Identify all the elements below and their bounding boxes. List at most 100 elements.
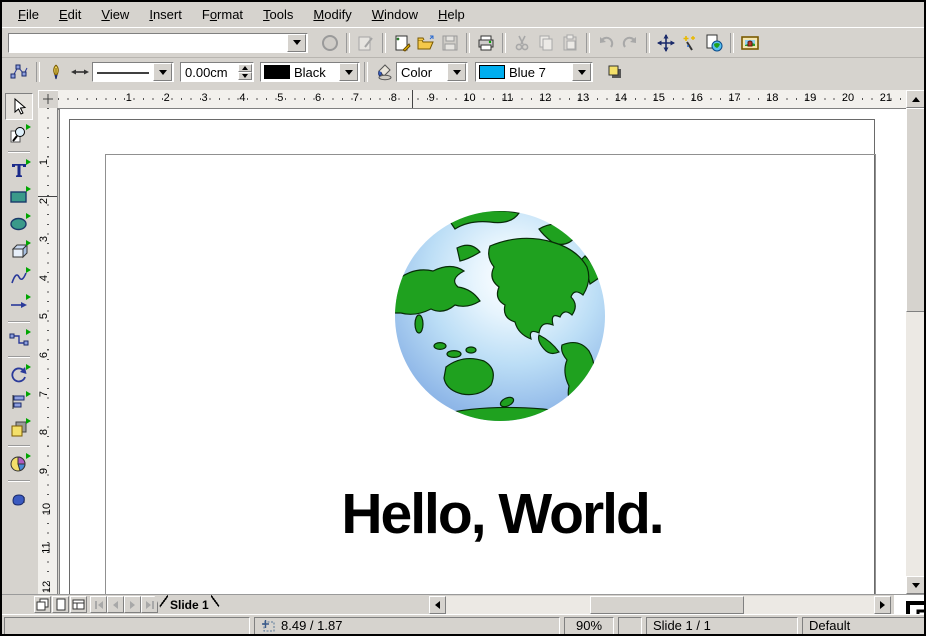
slide-tab-label[interactable]: Slide 1 [170, 598, 209, 612]
edit-file-icon[interactable] [355, 32, 377, 54]
fill-color-swatch [479, 65, 505, 79]
hruler-number: 5 [277, 92, 283, 104]
hruler-cursor-mark [412, 90, 413, 108]
zoom-level-value: 90% [576, 618, 602, 633]
pen-icon[interactable] [45, 61, 67, 83]
line-style-value [93, 65, 153, 80]
hruler-number: 11 [502, 92, 513, 104]
hscroll-right-button[interactable] [874, 596, 891, 614]
fill-color-combo[interactable]: Blue 7 [475, 62, 593, 82]
master-view-button[interactable] [52, 596, 69, 613]
page-view-button[interactable] [34, 596, 51, 613]
select-tool-button[interactable] [5, 93, 33, 120]
fill-color-dropdown[interactable] [572, 63, 591, 81]
connector-tool-button[interactable] [6, 327, 32, 352]
horizontal-scrollbar[interactable] [446, 596, 874, 614]
curve-tool-button[interactable] [6, 265, 32, 290]
vertical-ruler[interactable]: 123456789101112 [38, 108, 58, 594]
next-slide-button[interactable] [124, 596, 141, 613]
drawing-canvas[interactable]: Hello, World. [59, 109, 906, 594]
hscroll-left-button[interactable] [429, 596, 446, 614]
shadow-icon[interactable] [604, 61, 626, 83]
scroll-up-button[interactable] [906, 90, 926, 108]
paste-icon[interactable] [559, 32, 581, 54]
rotate-tool-button[interactable] [6, 362, 32, 387]
menu-insert[interactable]: Insert [139, 4, 192, 25]
scroll-down-button[interactable] [906, 576, 926, 594]
status-layout-field[interactable]: Default [802, 617, 926, 635]
arrange-tool-button[interactable] [6, 416, 32, 441]
redo-icon[interactable] [619, 32, 641, 54]
3d-objects-tool-button[interactable] [6, 238, 32, 263]
menu-window[interactable]: Window [362, 4, 428, 25]
previous-slide-button[interactable] [107, 596, 124, 613]
last-slide-button[interactable] [141, 596, 158, 613]
gallery-icon[interactable] [739, 32, 761, 54]
rectangle-tool-button[interactable] [6, 184, 32, 209]
vertical-scrollbar[interactable] [906, 90, 926, 594]
line-width-down[interactable] [238, 72, 252, 80]
line-color-value[interactable]: Black [290, 65, 339, 80]
status-position-field[interactable]: 8.49 / 1.87 [254, 617, 560, 635]
text-tool-button[interactable] [6, 157, 32, 182]
fill-style-value[interactable]: Color [397, 65, 447, 80]
open-icon[interactable] [415, 32, 437, 54]
menu-tools[interactable]: Tools [253, 4, 303, 25]
insert-tool-button[interactable] [6, 451, 32, 476]
slide-tab[interactable]: Slide 1 [154, 595, 225, 615]
vertical-scroll-thumb[interactable] [906, 108, 926, 312]
status-slide-field[interactable]: Slide 1 / 1 [646, 617, 798, 635]
vruler-number: 12 [41, 580, 53, 592]
line-width-up[interactable] [238, 64, 252, 72]
lines-arrows-tool-button[interactable] [6, 292, 32, 317]
slide-indicator-value: Slide 1 / 1 [653, 618, 711, 633]
menu-file[interactable]: File [8, 4, 49, 25]
navigator-icon[interactable] [655, 32, 677, 54]
line-style-combo[interactable] [92, 62, 174, 82]
horizontal-scroll-thumb[interactable] [590, 596, 744, 614]
print-icon[interactable] [475, 32, 497, 54]
zoom-tool-button[interactable] [6, 122, 32, 147]
slide-title-text[interactable]: Hello, World. [282, 481, 722, 547]
undo-icon[interactable] [595, 32, 617, 54]
cut-icon[interactable] [511, 32, 533, 54]
app-window: File Edit View Insert Format Tools Modif… [0, 0, 926, 636]
menu-format[interactable]: Format [192, 4, 253, 25]
menu-help[interactable]: Help [428, 4, 475, 25]
fill-style-dropdown[interactable] [447, 63, 466, 81]
fill-style-combo[interactable]: Color [396, 62, 468, 82]
area-icon[interactable] [373, 61, 395, 83]
fill-color-value[interactable]: Blue 7 [505, 65, 572, 80]
horizontal-ruler[interactable]: 123456789101112131415161718192021 [58, 90, 906, 109]
menu-modify[interactable]: Modify [303, 4, 361, 25]
vruler-number: 5 [38, 313, 50, 319]
copy-icon[interactable] [535, 32, 557, 54]
line-style-dropdown[interactable] [153, 63, 172, 81]
ruler-origin-button[interactable] [38, 90, 60, 110]
window-resize-grip[interactable] [894, 595, 926, 614]
menu-view[interactable]: View [91, 4, 139, 25]
ellipse-tool-button[interactable] [6, 211, 32, 236]
line-color-dropdown[interactable] [339, 63, 358, 81]
zoom-icon[interactable] [679, 32, 701, 54]
first-slide-button[interactable] [90, 596, 107, 613]
edit-points-icon[interactable] [9, 61, 31, 83]
line-width-spinner[interactable]: 0.00cm [180, 62, 254, 82]
stop-icon[interactable] [319, 32, 341, 54]
line-color-swatch [264, 65, 290, 79]
effects-tool-button[interactable] [6, 486, 32, 511]
layer-view-button[interactable] [70, 596, 87, 613]
status-zoom-field[interactable]: 90% [564, 617, 614, 635]
document-globe-icon[interactable] [703, 32, 725, 54]
arrow-style-icon[interactable] [69, 61, 91, 83]
new-document-icon[interactable] [391, 32, 413, 54]
alignment-tool-button[interactable] [6, 389, 32, 414]
menu-edit[interactable]: Edit [49, 4, 91, 25]
line-color-combo[interactable]: Black [260, 62, 360, 82]
save-icon[interactable] [439, 32, 461, 54]
globe-image[interactable] [391, 204, 609, 430]
hruler-number: 19 [804, 92, 816, 104]
url-combo-dropdown[interactable] [287, 34, 306, 52]
line-width-value[interactable]: 0.00cm [181, 63, 237, 81]
url-combo[interactable] [8, 33, 308, 53]
